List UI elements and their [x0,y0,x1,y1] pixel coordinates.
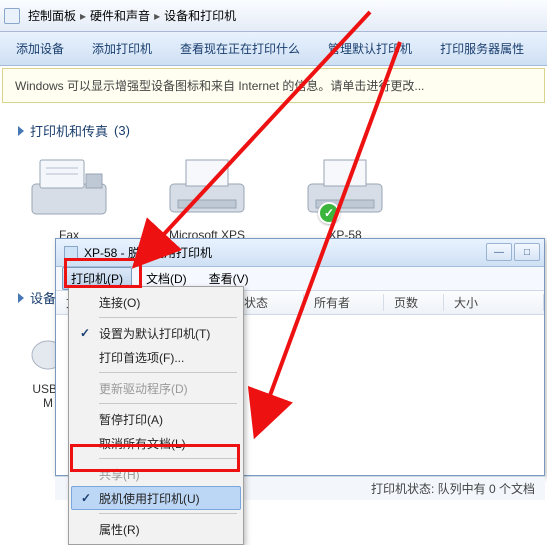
menu-preferences[interactable]: 打印首选项(F)... [71,345,241,369]
command-bar: 添加设备 添加打印机 查看现在正在打印什么 管理默认打印机 打印服务器属性 [0,32,547,66]
menu-set-default[interactable]: ✓ 设置为默认打印机(T) [71,321,241,345]
section-title: 设备 [30,288,56,307]
menu-separator [99,513,237,514]
default-check-icon: ✓ [318,202,340,224]
status-text: 打印机状态: 队列中有 0 个文档 [371,480,535,497]
check-icon: ✓ [78,490,94,506]
menu-separator [99,317,237,318]
device-xps[interactable]: Microsoft XPS [162,154,252,242]
maximize-button[interactable]: □ [514,243,540,261]
fax-icon [26,154,112,222]
section-printers-header[interactable]: 打印机和传真 (3) [18,121,529,140]
nav-back-icon[interactable] [4,8,20,24]
breadcrumb[interactable]: 控制面板 ▸ 硬件和声音 ▸ 设备和打印机 [24,5,240,26]
annotation-box-2 [70,444,240,472]
col-pages[interactable]: 页数 [384,294,444,311]
window-controls: — □ [486,243,540,261]
cmd-add-device[interactable]: 添加设备 [16,40,64,57]
section-title: 打印机和传真 [30,121,108,140]
printer-menu: 连接(O) ✓ 设置为默认打印机(T) 打印首选项(F)... 更新驱动程序(D… [68,286,244,545]
device-fax[interactable]: Fax [24,154,114,242]
info-bar[interactable]: Windows 可以显示增强型设备图标和来自 Internet 的信息。请单击进… [2,68,545,103]
address-bar: 控制面板 ▸ 硬件和声音 ▸ 设备和打印机 [0,0,547,32]
col-size[interactable]: 大小 [444,294,544,311]
menu-update-driver: 更新驱动程序(D) [71,376,241,400]
cmd-see-printing[interactable]: 查看现在正在打印什么 [180,40,300,57]
expand-icon [18,293,24,303]
menu-separator [99,372,237,373]
breadcrumb-seg[interactable]: 设备和打印机 [164,7,236,24]
printers-row: Fax Microsoft XPS ✓ XP-58 [18,150,529,252]
menu-separator [99,403,237,404]
printer-icon [164,154,250,222]
cmd-server-props[interactable]: 打印服务器属性 [440,40,524,57]
menu-properties[interactable]: 属性(R) [71,517,241,541]
annotation-box-1 [64,258,142,288]
menu-connect[interactable]: 连接(O) [71,290,241,314]
menu-pause[interactable]: 暂停打印(A) [71,407,241,431]
cmd-add-printer[interactable]: 添加打印机 [92,40,152,57]
breadcrumb-seg[interactable]: 控制面板 [28,7,76,24]
menu-offline[interactable]: ✓ 脱机使用打印机(U) [71,486,241,510]
printer-icon [302,154,388,222]
col-status[interactable]: 状态 [234,294,304,311]
section-count: (3) [114,123,130,138]
minimize-button[interactable]: — [486,243,512,261]
cmd-manage-default[interactable]: 管理默认打印机 [328,40,412,57]
expand-icon [18,126,24,136]
chevron-right-icon: ▸ [154,9,160,23]
check-icon: ✓ [77,325,93,341]
breadcrumb-seg[interactable]: 硬件和声音 [90,7,150,24]
chevron-right-icon: ▸ [80,9,86,23]
col-owner[interactable]: 所有者 [304,294,384,311]
device-xp58[interactable]: ✓ XP-58 [300,154,390,242]
